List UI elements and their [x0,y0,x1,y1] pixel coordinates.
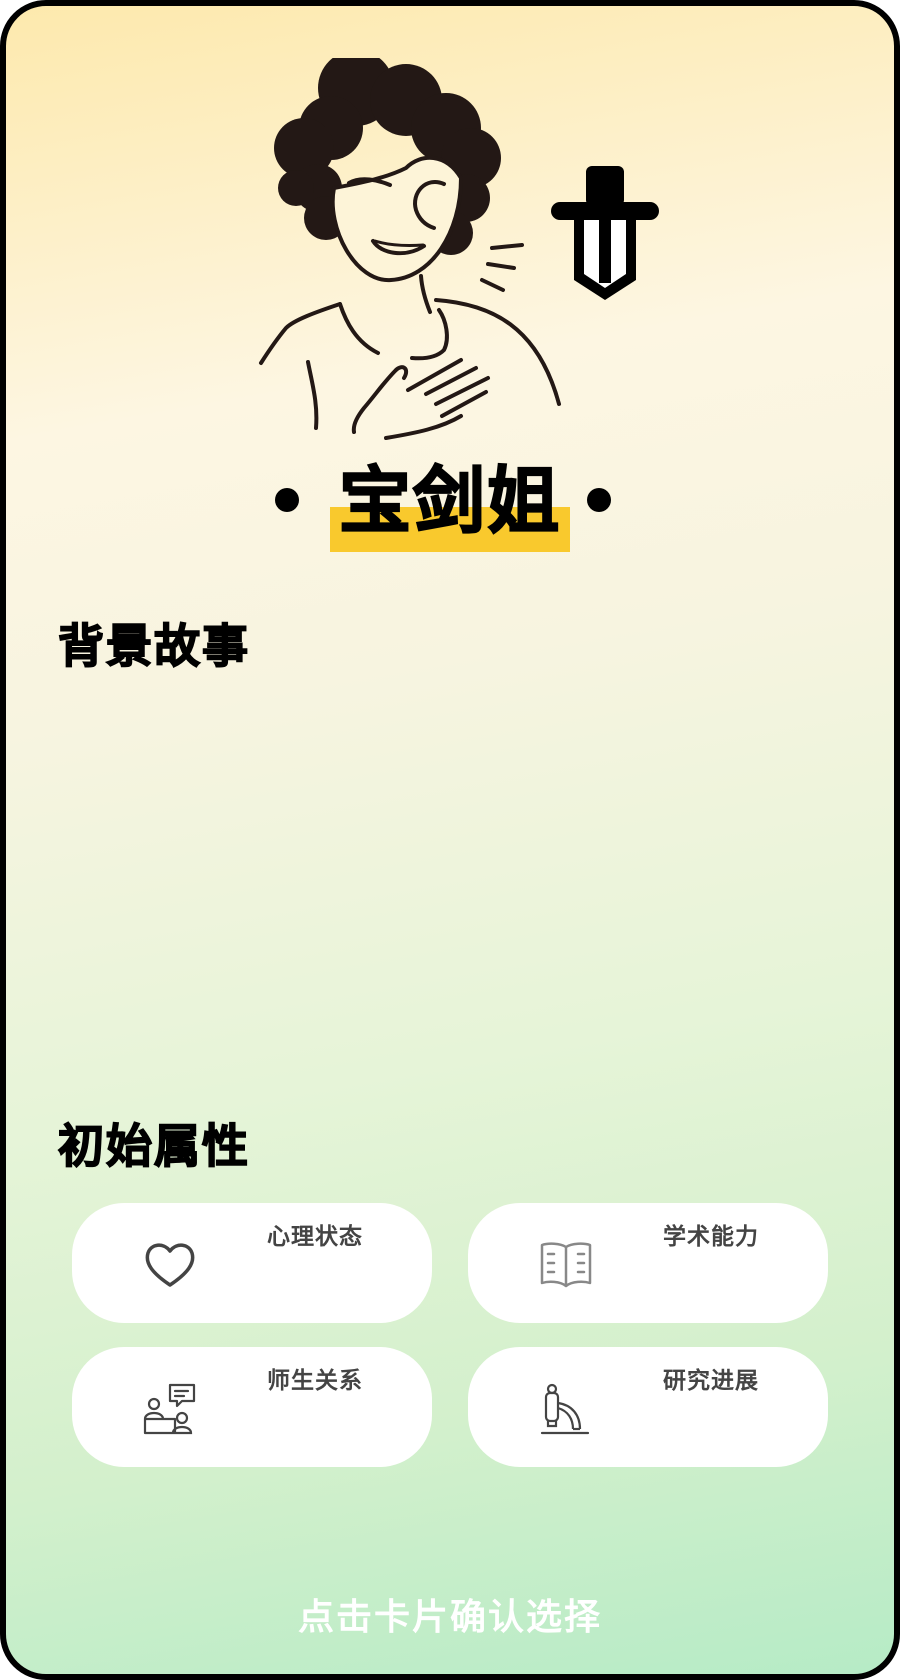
attribute-card-relationship[interactable]: 师生关系 [72,1347,432,1467]
attributes-section-title: 初始属性 [57,1118,250,1174]
confirm-hint: 点击卡片确认选择 [297,1597,602,1638]
name-dot-right [587,488,611,512]
attribute-label: 学术能力 [663,1224,759,1250]
attribute-label: 研究进展 [663,1368,759,1394]
teacher-student-icon [143,1383,196,1435]
book-icon [540,1242,592,1288]
microscope-icon [540,1383,590,1435]
sword-emblem [551,166,659,300]
attribute-label: 心理状态 [267,1224,363,1250]
character-name: 宝剑姐 [338,458,561,544]
character-card[interactable]: 宝剑姐 背景故事 初始属性 心理状态 学术能力 师生关系 研究进展 点击卡片确认… [0,0,900,1680]
heart-icon [145,1243,195,1287]
character-illustration [259,58,659,440]
attribute-label: 师生关系 [267,1368,363,1394]
attribute-card-research[interactable]: 研究进展 [468,1347,828,1467]
story-section-title: 背景故事 [57,618,250,674]
attribute-card-academic[interactable]: 学术能力 [468,1203,828,1323]
name-dot-left [275,488,299,512]
story-body [58,676,838,1056]
attribute-card-mental[interactable]: 心理状态 [72,1203,432,1323]
character-name-block: 宝剑姐 [6,458,894,558]
